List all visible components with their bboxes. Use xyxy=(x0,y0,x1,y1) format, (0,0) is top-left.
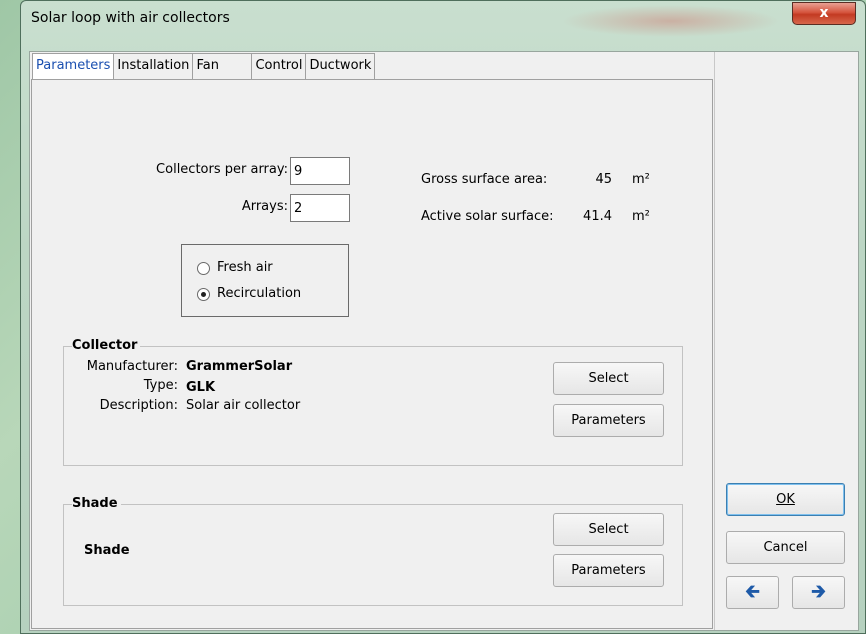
air-mode-group: Fresh air Recirculation xyxy=(181,244,349,317)
recirculation-label: Recirculation xyxy=(217,286,302,301)
fresh-air-radio[interactable] xyxy=(197,262,210,275)
arrow-right-icon: 🡲 xyxy=(811,581,826,602)
cancel-button[interactable]: Cancel xyxy=(726,531,845,564)
tab-installation[interactable]: Installation xyxy=(113,53,194,79)
window-title: Solar loop with air collectors xyxy=(31,10,230,26)
shade-group-title: Shade xyxy=(72,496,121,511)
collectors-per-array-label: Collectors per array: xyxy=(156,162,288,177)
collector-group-title: Collector xyxy=(72,338,141,353)
shade-name: Shade xyxy=(84,543,130,558)
forward-button[interactable]: 🡲 xyxy=(792,576,845,609)
description-label: Description: xyxy=(99,398,178,413)
active-surface-value: 41.4 xyxy=(583,209,612,224)
manufacturer-label: Manufacturer: xyxy=(86,359,178,374)
collector-parameters-button[interactable]: Parameters xyxy=(553,404,664,437)
fresh-air-label: Fresh air xyxy=(217,260,273,275)
arrays-input[interactable]: 2 xyxy=(290,194,350,222)
dialog-client-area: Parameters Installation Fan Control Duct… xyxy=(29,51,859,631)
ok-button[interactable]: OK xyxy=(726,483,845,516)
collector-select-button[interactable]: Select xyxy=(553,362,664,395)
arrow-left-icon: 🡰 xyxy=(745,581,760,602)
type-label: Type: xyxy=(143,378,178,393)
close-button[interactable]: x xyxy=(792,2,856,25)
active-surface-label: Active solar surface: xyxy=(421,209,554,224)
action-pane: OK Cancel 🡰 🡲 xyxy=(714,52,858,630)
gross-area-unit: m² xyxy=(632,172,650,187)
shade-parameters-button[interactable]: Parameters xyxy=(553,554,664,587)
description-value: Solar air collector xyxy=(186,398,301,413)
dialog-window: Solar loop with air collectors x Paramet… xyxy=(20,0,866,634)
gross-area-label: Gross surface area: xyxy=(421,172,548,187)
shade-select-button[interactable]: Select xyxy=(553,513,664,546)
back-button[interactable]: 🡰 xyxy=(726,576,779,609)
tab-fan[interactable]: Fan xyxy=(192,53,253,79)
type-value: GLK xyxy=(186,380,216,395)
close-icon: x xyxy=(819,5,829,21)
tab-control[interactable]: Control xyxy=(251,53,307,79)
collectors-per-array-input[interactable]: 9 xyxy=(290,157,350,185)
tab-ductwork[interactable]: Ductwork xyxy=(305,53,376,79)
recirculation-radio[interactable] xyxy=(197,288,210,301)
tab-parameters[interactable]: Parameters xyxy=(32,53,115,79)
gross-area-value: 45 xyxy=(595,172,612,187)
arrays-label: Arrays: xyxy=(241,199,288,214)
tab-bar: Parameters Installation Fan Control Duct… xyxy=(32,53,376,79)
active-surface-unit: m² xyxy=(632,209,650,224)
parameters-panel: Collectors per array: 9 Arrays: 2 Gross … xyxy=(31,79,713,629)
manufacturer-value: GrammerSolar xyxy=(186,359,293,374)
ok-label: OK xyxy=(776,492,795,507)
